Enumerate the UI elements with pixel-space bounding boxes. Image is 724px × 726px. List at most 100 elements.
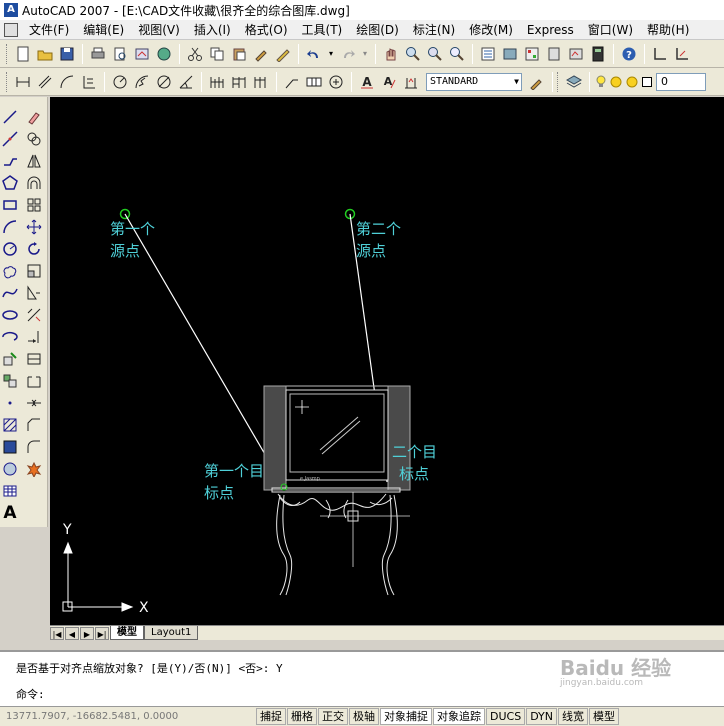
toolbar-grip[interactable]: [6, 71, 9, 92]
paste-icon[interactable]: [229, 44, 249, 64]
trim-icon[interactable]: [24, 305, 44, 325]
copy-icon[interactable]: [207, 44, 227, 64]
plot-3d-icon[interactable]: [154, 44, 174, 64]
tool-palettes-icon[interactable]: [522, 44, 542, 64]
radius-dimension-icon[interactable]: [110, 72, 130, 92]
unlock-icon[interactable]: [625, 72, 639, 92]
explode-icon[interactable]: [24, 459, 44, 479]
break-at-point-icon[interactable]: [24, 349, 44, 369]
toolbar-grip[interactable]: [6, 43, 9, 64]
diameter-dimension-icon[interactable]: [154, 72, 174, 92]
pan-realtime-icon[interactable]: [381, 44, 401, 64]
ellipse-icon[interactable]: [0, 305, 20, 325]
erase-icon[interactable]: [24, 107, 44, 127]
insert-block-icon[interactable]: [0, 349, 20, 369]
help-icon[interactable]: ?: [619, 44, 639, 64]
design-center-icon[interactable]: [500, 44, 520, 64]
zoom-realtime-icon[interactable]: [403, 44, 423, 64]
table-icon[interactable]: [0, 481, 20, 501]
autocad-app-icon[interactable]: A: [4, 3, 18, 17]
document-icon[interactable]: [4, 22, 18, 37]
menu-dimension[interactable]: 标注(N): [406, 20, 462, 40]
match-properties-icon[interactable]: [251, 44, 271, 64]
layer-select[interactable]: 0: [656, 72, 706, 91]
save-icon[interactable]: [57, 44, 77, 64]
model-toggle[interactable]: 模型: [589, 708, 620, 725]
redo-dropdown-icon[interactable]: ▾: [360, 44, 370, 64]
publish-icon[interactable]: [132, 44, 152, 64]
menu-view[interactable]: 视图(V): [131, 20, 187, 40]
scale-icon[interactable]: [24, 261, 44, 281]
command-prompt[interactable]: 命令:: [16, 686, 45, 702]
menu-window[interactable]: 窗口(W): [581, 20, 640, 40]
arc-icon[interactable]: [0, 217, 20, 237]
layer-color-swatch-icon[interactable]: [641, 72, 653, 92]
ellipse-arc-icon[interactable]: [0, 327, 20, 347]
lineweight-toggle[interactable]: 线宽: [558, 708, 589, 725]
redo-icon[interactable]: [338, 44, 358, 64]
dimension-text-edit-icon[interactable]: A: [379, 72, 399, 92]
line-icon[interactable]: [0, 107, 20, 127]
multiline-text-icon[interactable]: A: [0, 503, 20, 523]
menu-edit[interactable]: 编辑(E): [76, 20, 131, 40]
menu-tools[interactable]: 工具(T): [295, 20, 350, 40]
fillet-icon[interactable]: [24, 437, 44, 457]
point-icon[interactable]: [0, 393, 20, 413]
make-block-icon[interactable]: [0, 371, 20, 391]
rectangle-icon[interactable]: [0, 195, 20, 215]
continue-dimension-icon[interactable]: [251, 72, 271, 92]
quick-dimension-icon[interactable]: [207, 72, 227, 92]
undo-dropdown-icon[interactable]: ▾: [326, 44, 336, 64]
ordinate-dimension-icon[interactable]: [79, 72, 99, 92]
menu-help[interactable]: 帮助(H): [640, 20, 696, 40]
circle-icon[interactable]: [0, 239, 20, 259]
osnap-toggle[interactable]: 对象捕捉: [380, 708, 432, 725]
first-tab-icon[interactable]: |◀: [50, 626, 64, 640]
break-icon[interactable]: [24, 371, 44, 391]
zoom-previous-icon[interactable]: [447, 44, 467, 64]
center-mark-icon[interactable]: [326, 72, 346, 92]
open-folder-icon[interactable]: [35, 44, 55, 64]
layer-manager-icon[interactable]: [564, 72, 584, 92]
properties-icon[interactable]: [478, 44, 498, 64]
otrack-toggle[interactable]: 对象追踪: [433, 708, 485, 725]
extend-icon[interactable]: [24, 327, 44, 347]
sheet-set-icon[interactable]: [544, 44, 564, 64]
ortho-toggle[interactable]: 正交: [318, 708, 348, 725]
construction-line-icon[interactable]: [0, 129, 20, 149]
dimension-style-icon[interactable]: [527, 72, 547, 92]
zoom-window-icon[interactable]: [425, 44, 445, 64]
dimension-edit-icon[interactable]: A: [357, 72, 377, 92]
revision-cloud-icon[interactable]: [0, 261, 20, 281]
dyn-toggle[interactable]: DYN: [526, 708, 558, 725]
menu-modify[interactable]: 修改(M): [462, 20, 520, 40]
baseline-dimension-icon[interactable]: [229, 72, 249, 92]
region-icon[interactable]: [0, 459, 20, 479]
aligned-dimension-icon[interactable]: [35, 72, 55, 92]
dimension-style-select[interactable]: STANDARD ▼: [426, 72, 522, 91]
polar-toggle[interactable]: 极轴: [349, 708, 379, 725]
dimension-update-icon[interactable]: [401, 72, 421, 92]
menu-draw[interactable]: 绘图(D): [349, 20, 406, 40]
print-preview-icon[interactable]: [110, 44, 130, 64]
hatch-icon[interactable]: [0, 415, 20, 435]
join-icon[interactable]: [24, 393, 44, 413]
offset-icon[interactable]: [24, 173, 44, 193]
markup-icon[interactable]: [566, 44, 586, 64]
cut-icon[interactable]: [185, 44, 205, 64]
angular-dimension-icon[interactable]: [176, 72, 196, 92]
grid-toggle[interactable]: 栅格: [287, 708, 317, 725]
print-icon[interactable]: [88, 44, 108, 64]
arc-length-icon[interactable]: [57, 72, 77, 92]
polygon-icon[interactable]: [0, 173, 20, 193]
array-icon[interactable]: [24, 195, 44, 215]
tab-model[interactable]: 模型: [110, 626, 144, 640]
calculator-icon[interactable]: [588, 44, 608, 64]
qleader-icon[interactable]: [282, 72, 302, 92]
prev-tab-icon[interactable]: ◀: [65, 626, 79, 640]
copy-object-icon[interactable]: [24, 129, 44, 149]
undo-icon[interactable]: [304, 44, 324, 64]
menu-file[interactable]: 文件(F): [22, 20, 76, 40]
ucs-named-icon[interactable]: [672, 44, 692, 64]
stretch-icon[interactable]: [24, 283, 44, 303]
